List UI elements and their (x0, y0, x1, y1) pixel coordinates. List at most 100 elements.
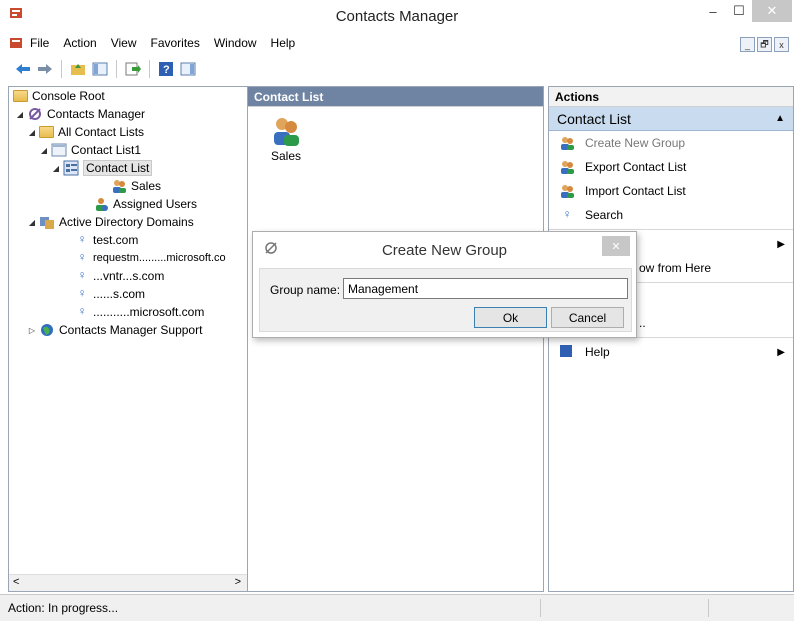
ellipsis: .. (639, 316, 646, 330)
action-label: Help (585, 345, 610, 359)
cancel-button[interactable]: Cancel (551, 307, 624, 328)
tree-item-domain[interactable]: ♀ requestm.........microsoft.co (73, 249, 226, 267)
expanded-triangle-icon[interactable]: ◢ (15, 110, 25, 119)
close-button[interactable]: ✕ (752, 0, 792, 22)
tree-item-label: Contacts Manager (47, 107, 146, 121)
tree-item-contact-list[interactable]: ◢ Contact List (51, 159, 153, 177)
group-name-input[interactable] (343, 278, 628, 299)
status-divider (708, 599, 709, 617)
list-item-label: Sales (270, 149, 302, 163)
dialog-body: Group name: Ok Cancel (259, 268, 632, 332)
expanded-triangle-icon[interactable]: ◢ (27, 128, 37, 137)
tree-item-label: Console Root (32, 89, 105, 103)
tree-item-label: ......s.com (93, 287, 146, 301)
action-create-new-group[interactable]: Create New Group (549, 131, 793, 155)
action-export-contact-list[interactable]: Export Contact List (549, 155, 793, 179)
menu-help[interactable]: Help (264, 36, 303, 50)
minimize-button[interactable]: – (700, 0, 726, 22)
group-icon (559, 135, 575, 151)
svg-text:?: ? (163, 64, 170, 76)
list-item-sales[interactable]: Sales (266, 115, 306, 163)
action-label: Import Contact List (585, 184, 686, 198)
tree-item-label: ...........microsoft.com (93, 305, 205, 319)
result-pane[interactable]: Contact List Sales (247, 86, 544, 592)
create-new-group-dialog: Create New Group ✕ Group name: Ok Cancel (252, 231, 637, 338)
expanded-triangle-icon[interactable]: ◢ (27, 218, 37, 227)
tree-item-label: Contact List1 (71, 143, 142, 157)
scroll-right-arrow-icon[interactable]: > (235, 576, 241, 588)
menu-action[interactable]: Action (56, 36, 103, 50)
tree-item-sales[interactable]: Sales (109, 177, 161, 195)
action-label: ow from Here (639, 261, 712, 275)
action-label: Search (585, 208, 624, 222)
tree-item-label: ...vntr...s.com (93, 269, 165, 283)
help-icon[interactable]: ? (157, 60, 175, 78)
actions-pane: Actions Contact List ▲ Create New Group … (548, 86, 794, 592)
console-tree-pane[interactable]: Console Root ◢ Contacts Manager ◢ All Co… (8, 86, 248, 592)
list-icon (51, 142, 67, 158)
status-divider (540, 599, 541, 617)
tree-item-label: All Contact Lists (58, 125, 145, 139)
tree-item-console-root[interactable]: Console Root (11, 87, 105, 105)
tree-item-all-contact-lists[interactable]: ◢ All Contact Lists (27, 123, 144, 141)
folder-icon (13, 90, 28, 102)
tree-item-label: Assigned Users (113, 197, 198, 211)
tree-item-domain[interactable]: ♀ ...........microsoft.com (73, 303, 205, 321)
users-icon (93, 196, 109, 212)
tree-item-assigned-users[interactable]: Assigned Users (91, 195, 197, 213)
file-menu-icon (9, 36, 23, 50)
tree-item-contacts-manager[interactable]: ◢ Contacts Manager (15, 105, 145, 123)
group-icon (559, 159, 575, 175)
tree-item-domain[interactable]: ♀ ...vntr...s.com (73, 267, 165, 285)
title-bar: Contacts Manager – ☐ ✕ (0, 0, 794, 32)
forward-arrow-icon[interactable] (36, 60, 54, 78)
dialog-close-button[interactable]: ✕ (602, 236, 630, 256)
mdi-restore-button[interactable]: 🗗 (757, 37, 772, 52)
tree-item-contacts-manager-support[interactable]: ▷ Contacts Manager Support (27, 321, 203, 339)
domains-icon (39, 214, 55, 230)
tree-item-domain[interactable]: ♀ test.com (73, 231, 139, 249)
actions-section-contact-list[interactable]: Contact List ▲ (549, 107, 793, 131)
scroll-left-arrow-icon[interactable]: < (13, 576, 19, 588)
actions-section-label: Contact List (557, 110, 631, 127)
menu-window[interactable]: Window (207, 36, 264, 50)
actions-divider (549, 229, 793, 230)
group-icon (559, 183, 575, 199)
toolbar-separator (149, 60, 150, 78)
action-search[interactable]: ♀ Search (549, 203, 793, 227)
tree-item-label: Sales (131, 179, 162, 193)
submenu-arrow-icon: ▶ (777, 346, 785, 358)
window-title: Contacts Manager (335, 8, 459, 25)
collapsed-triangle-icon[interactable]: ▷ (27, 326, 37, 335)
result-pane-header: Contact List (248, 87, 543, 107)
action-label: Create New Group (585, 136, 686, 150)
horizontal-scrollbar[interactable]: < > (9, 574, 247, 591)
mdi-close-button[interactable]: x (774, 37, 789, 52)
menu-file[interactable]: File (23, 36, 56, 50)
maximize-button[interactable]: ☐ (726, 0, 752, 22)
tree-item-domain[interactable]: ♀ ......s.com (73, 285, 146, 303)
collapse-up-icon[interactable]: ▲ (775, 113, 785, 124)
show-hide-tree-icon[interactable] (91, 60, 109, 78)
expanded-triangle-icon[interactable]: ◢ (51, 164, 61, 173)
menu-favorites[interactable]: Favorites (144, 36, 207, 50)
menu-view[interactable]: View (104, 36, 144, 50)
ok-button[interactable]: Ok (474, 307, 547, 328)
toolbar: ? (0, 54, 794, 84)
export-list-icon[interactable] (124, 60, 142, 78)
tree-item-active-directory-domains[interactable]: ◢ Active Directory Domains (27, 213, 194, 231)
actions-header: Actions (549, 87, 793, 107)
tree-item-contact-list1[interactable]: ◢ Contact List1 (39, 141, 141, 159)
back-arrow-icon[interactable] (14, 60, 32, 78)
action-import-contact-list[interactable]: Import Contact List (549, 179, 793, 203)
action-label: Export Contact List (585, 160, 687, 174)
up-folder-icon[interactable] (69, 60, 87, 78)
contacts-manager-icon (27, 106, 43, 122)
group-icon (111, 178, 127, 194)
show-action-pane-icon[interactable] (179, 60, 197, 78)
action-help[interactable]: Help ▶ (549, 340, 793, 364)
toolbar-separator (61, 60, 62, 78)
status-bar: Action: In progress... (0, 594, 794, 621)
mdi-minimize-button[interactable]: _ (740, 37, 755, 52)
expanded-triangle-icon[interactable]: ◢ (39, 146, 49, 155)
